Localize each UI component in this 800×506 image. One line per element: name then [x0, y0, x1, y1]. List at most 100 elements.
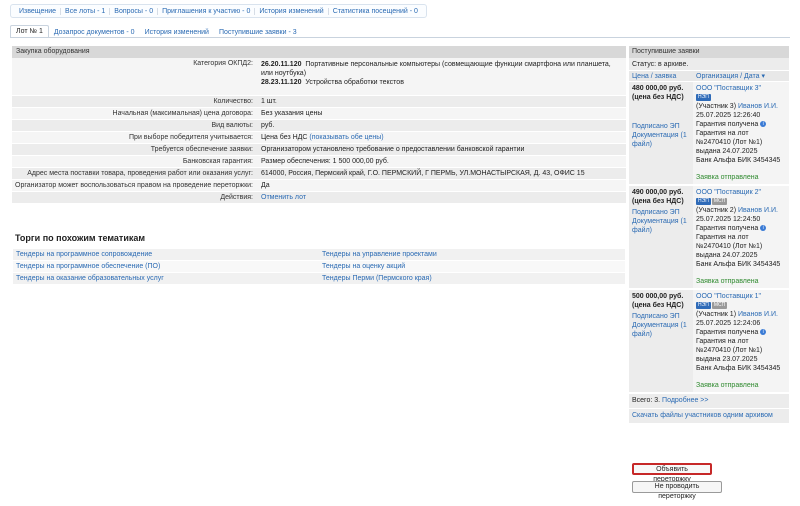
- currency-label: Вид валюты:: [211, 122, 253, 129]
- bids-header: Поступившие заявки: [629, 46, 789, 58]
- row-address: Адрес места поставки товара, проведения …: [12, 168, 626, 180]
- row-security: Требуется обеспечение заявки: Организато…: [12, 144, 626, 156]
- download-archive-link[interactable]: Скачать файлы участников одним архивом: [632, 412, 773, 419]
- org-link[interactable]: ООО "Поставщик 2": [696, 189, 761, 196]
- okpd1-text: Портативные персональные компьютеры (сов…: [261, 61, 611, 77]
- signed-link[interactable]: Подписано ЭП: [632, 123, 680, 130]
- similar-link[interactable]: Тендеры на оказание образовательных услу…: [13, 273, 319, 284]
- lot-header: Закупка оборудования: [12, 46, 626, 58]
- guarantee-status: Гарантия получена: [696, 329, 759, 336]
- okpd-label: Категория ОКПД2:: [193, 60, 253, 67]
- org-link[interactable]: ООО "Поставщик 3": [696, 85, 761, 92]
- org-link[interactable]: ООО "Поставщик 1": [696, 293, 761, 300]
- similar-tenders: Тендеры на программное сопровождение Тен…: [13, 249, 625, 285]
- person-link[interactable]: Иванов И.И.: [738, 207, 778, 214]
- bid-vat: (цена без НДС): [632, 302, 684, 309]
- nep-badge: НЭП: [696, 197, 711, 205]
- person-link[interactable]: Иванов И.И.: [738, 311, 778, 318]
- row-price: Начальная (максимальная) цена договора: …: [12, 108, 626, 120]
- row-winner-criteria: При выборе победителя учитывается: Цена …: [12, 132, 626, 144]
- similar-tenders-title: Торги по похожим тематикам: [15, 233, 146, 243]
- similar-link[interactable]: Тендеры на управление проектами: [319, 249, 625, 260]
- row-actions: Действия: Отменить лот: [12, 192, 626, 204]
- security-value: Организатором установлено требование о п…: [261, 146, 525, 153]
- guarantee-line: Гарантия на лот: [696, 234, 749, 241]
- info-icon[interactable]: i: [760, 225, 767, 232]
- okpd-value: 26.20.11.120 Портативные персональные ко…: [257, 58, 626, 95]
- bid-item: 490 000,00 руб. (цена без НДС) Подписано…: [629, 186, 789, 290]
- currency-value: руб.: [261, 122, 275, 129]
- rebid-label: Организатор может воспользоваться правом…: [15, 182, 253, 189]
- announce-rebid-button[interactable]: Объявить переторжку: [632, 463, 712, 483]
- lot-tabs: Лот № 1 Дозапрос документов - 0 История …: [10, 24, 302, 38]
- bid-date: 25.07.2025 12:24:50: [696, 216, 761, 223]
- okpd2-text: Устройства обработки текстов: [305, 79, 404, 86]
- guarantee-line: Гарантия на лот: [696, 338, 749, 345]
- msp-badge: МСП: [711, 197, 728, 205]
- bid-vat: (цена без НДС): [632, 198, 684, 205]
- sort-price-column[interactable]: Цена / заявка: [629, 71, 693, 81]
- bid-sent-status: Заявка отправлена: [696, 278, 759, 285]
- row-okpd: Категория ОКПД2: 26.20.11.120 Портативны…: [12, 58, 626, 96]
- guarantee-line: Банк Альфа БИК 3454345: [696, 157, 781, 164]
- similar-link[interactable]: Тендеры на программное сопровождение: [13, 249, 319, 260]
- participant-label: (Участник 2): [696, 207, 737, 214]
- guarantee-line: Банк Альфа БИК 3454345: [696, 261, 781, 268]
- bid-price: 480 000,00 руб.: [632, 85, 684, 92]
- guarantee-line: выдана 23.07.2025: [696, 356, 758, 363]
- row-quantity: Количество: 1 шт.: [12, 96, 626, 108]
- cancel-lot-link[interactable]: Отменить лот: [261, 194, 306, 201]
- winner-text: Цена без НДС: [261, 134, 308, 141]
- price-label: Начальная (максимальная) цена договора:: [112, 110, 253, 117]
- guarantee-status: Гарантия получена: [696, 121, 759, 128]
- guarantee-line: Гарантия на лот: [696, 130, 749, 137]
- winner-label: При выборе победителя учитывается:: [129, 134, 253, 141]
- signed-link[interactable]: Подписано ЭП: [632, 209, 680, 216]
- docs-link[interactable]: Документация (1 файл): [632, 132, 687, 148]
- quantity-value: 1 шт.: [261, 98, 277, 105]
- guarantee-line: выдана 24.07.2025: [696, 148, 758, 155]
- security-label: Требуется обеспечение заявки:: [150, 146, 253, 153]
- bid-item: 480 000,00 руб. (цена без НДС) Подписано…: [629, 82, 789, 186]
- info-icon[interactable]: i: [760, 121, 767, 128]
- winner-value: Цена без НДС (показывать обе цены): [257, 132, 626, 143]
- tab-notice[interactable]: Извещение: [15, 7, 62, 15]
- guarantee-line: №2470410 (Лот №1): [696, 347, 763, 354]
- tab-visit-stats[interactable]: Статистика посещений - 0: [329, 8, 422, 15]
- no-rebid-button[interactable]: Не проводить переторжку: [632, 481, 722, 500]
- total-count: Всего: 3.: [632, 397, 661, 404]
- similar-link[interactable]: Тендеры на оценку акций: [319, 261, 625, 272]
- price-value: Без указания цены: [261, 110, 323, 117]
- info-icon[interactable]: i: [760, 329, 767, 336]
- sort-org-column[interactable]: Организация / Дата ▾: [693, 71, 789, 81]
- guarantee-line: выдана 24.07.2025: [696, 252, 758, 259]
- row-currency: Вид валюты: руб.: [12, 120, 626, 132]
- person-link[interactable]: Иванов И.И.: [738, 103, 778, 110]
- tab-all-lots[interactable]: Все лоты - 1: [61, 7, 111, 15]
- show-both-prices-link[interactable]: (показывать обе цены): [309, 134, 383, 141]
- guarantee-line: №2470410 (Лот №1): [696, 139, 763, 146]
- tabs-divider: [10, 37, 790, 38]
- msp-badge: МСП: [711, 301, 728, 309]
- row-rebid: Организатор может воспользоваться правом…: [12, 180, 626, 192]
- similar-link[interactable]: Тендеры на программное обеспечение (ПО): [13, 261, 319, 272]
- guarantee-value: Размер обеспечения: 1 500 000,00 руб.: [261, 158, 389, 165]
- docs-link[interactable]: Документация (1 файл): [632, 218, 687, 234]
- lot-details: Закупка оборудования Категория ОКПД2: 26…: [12, 46, 626, 204]
- participant-label: (Участник 3): [696, 103, 737, 110]
- top-tabs: Извещение Все лоты - 1 Вопросы - 0 Пригл…: [10, 4, 427, 18]
- bid-date: 25.07.2025 12:24:06: [696, 320, 761, 327]
- docs-link[interactable]: Документация (1 файл): [632, 322, 687, 338]
- participant-label: (Участник 1): [696, 311, 737, 318]
- more-link[interactable]: Подробнее >>: [662, 397, 708, 404]
- similar-link[interactable]: Тендеры Перми (Пермского края): [319, 273, 625, 284]
- signed-link[interactable]: Подписано ЭП: [632, 313, 680, 320]
- tab-invitations[interactable]: Приглашения к участию - 0: [158, 7, 256, 15]
- guarantee-label: Банковская гарантия:: [182, 158, 253, 165]
- bid-sent-status: Заявка отправлена: [696, 174, 759, 181]
- tab-history[interactable]: История изменений: [255, 7, 329, 15]
- bid-vat: (цена без НДС): [632, 94, 684, 101]
- row-guarantee: Банковская гарантия: Размер обеспечения:…: [12, 156, 626, 168]
- bids-total: Всего: 3. Подробнее >>: [629, 394, 789, 409]
- tab-questions[interactable]: Вопросы - 0: [110, 7, 159, 15]
